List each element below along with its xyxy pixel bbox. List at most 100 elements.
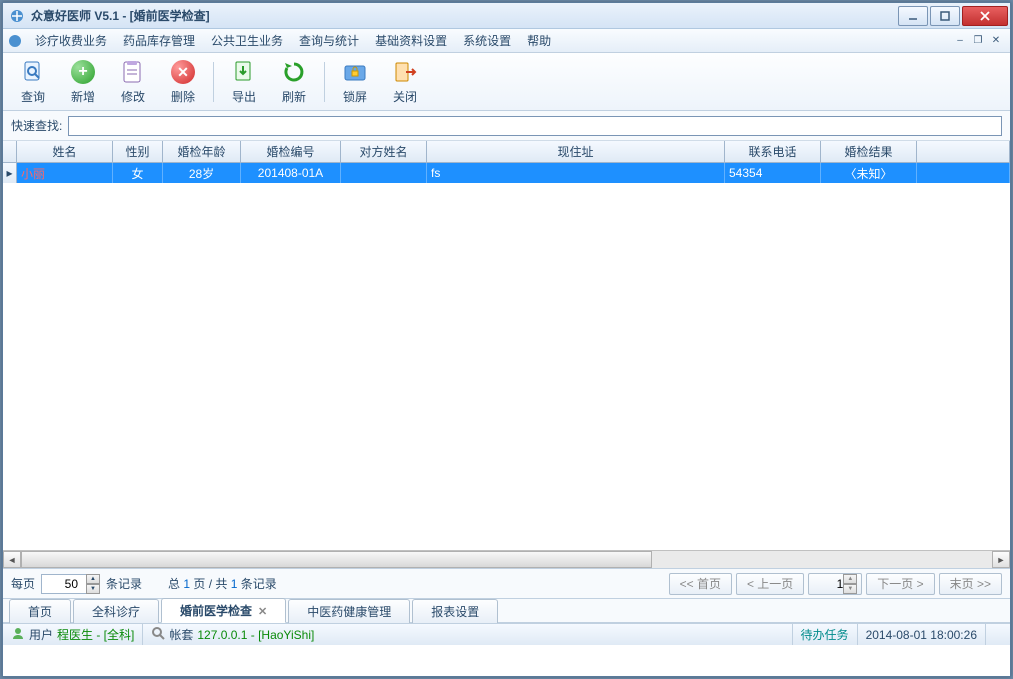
toolbar-add-button[interactable]: + 新增 <box>61 56 105 108</box>
mdi-restore-button[interactable]: ❐ <box>970 34 986 48</box>
toolbar: 查询 + 新增 修改 ✕ 删除 导出 刷新 锁屏 关闭 <box>3 53 1010 111</box>
exit-icon <box>391 58 419 86</box>
pager-nav: << 首页 < 上一页 ▲▼ 下一页 > 末页 >> <box>669 573 1002 595</box>
col-partner[interactable]: 对方姓名 <box>341 141 427 162</box>
search-icon <box>19 58 47 86</box>
menu-settings[interactable]: 基础资料设置 <box>367 29 455 52</box>
cell-spacer <box>917 163 1010 183</box>
scroll-track[interactable] <box>21 551 992 568</box>
col-gender[interactable]: 性别 <box>113 141 163 162</box>
search-row: 快速查找: <box>3 111 1010 141</box>
tab-reports[interactable]: 报表设置 <box>412 599 498 623</box>
toolbar-export-button[interactable]: 导出 <box>222 56 266 108</box>
page-spinner-down-icon[interactable]: ▼ <box>843 584 857 594</box>
spinner-up-icon[interactable]: ▲ <box>86 574 100 584</box>
window-title: 众意好医师 V5.1 - [婚前医学检查] <box>31 7 210 24</box>
prev-page-button[interactable]: < 上一页 <box>736 573 804 595</box>
minimize-button[interactable] <box>898 6 928 26</box>
toolbar-query-button[interactable]: 查询 <box>11 56 55 108</box>
table-row[interactable]: ▸ 小丽 女 28岁 201408-01A fs 54354 〈未知〉 <box>3 163 1010 183</box>
status-grip <box>986 624 1010 645</box>
mdi-minimize-button[interactable]: – <box>952 34 968 48</box>
search-label: 快速查找: <box>11 117 62 134</box>
toolbar-edit-button[interactable]: 修改 <box>111 56 155 108</box>
col-phone[interactable]: 联系电话 <box>725 141 821 162</box>
data-grid: 姓名 性别 婚检年龄 婚检编号 对方姓名 现住址 联系电话 婚检结果 ▸ 小丽 … <box>3 141 1010 569</box>
col-spacer <box>917 141 1010 162</box>
tab-general[interactable]: 全科诊疗 <box>73 599 159 623</box>
col-address[interactable]: 现住址 <box>427 141 725 162</box>
spinner-down-icon[interactable]: ▼ <box>86 584 100 594</box>
cell-code: 201408-01A <box>241 163 341 183</box>
menu-query[interactable]: 查询与统计 <box>291 29 367 52</box>
horizontal-scrollbar[interactable]: ◄ ► <box>3 550 1010 568</box>
tab-home[interactable]: 首页 <box>9 599 71 623</box>
menu-billing[interactable]: 诊疗收费业务 <box>27 29 115 52</box>
col-name[interactable]: 姓名 <box>17 141 113 162</box>
cell-phone: 54354 <box>725 163 821 183</box>
cell-result: 〈未知〉 <box>821 163 917 183</box>
tab-tcm[interactable]: 中医药健康管理 <box>288 599 410 623</box>
status-pending[interactable]: 待办任务 <box>793 624 858 645</box>
cell-name: 小丽 <box>17 163 113 183</box>
user-icon <box>11 626 25 643</box>
lock-icon <box>341 58 369 86</box>
menubar: 诊疗收费业务 药品库存管理 公共卫生业务 查询与统计 基础资料设置 系统设置 帮… <box>3 29 1010 53</box>
edit-icon <box>119 58 147 86</box>
pagination-bar: 每页 ▲▼ 条记录 总 1 页 / 共 1 条记录 << 首页 < 上一页 ▲▼… <box>3 569 1010 599</box>
toolbar-separator <box>324 62 325 102</box>
first-page-button[interactable]: << 首页 <box>669 573 732 595</box>
close-button[interactable] <box>962 6 1008 26</box>
grid-empty-area <box>3 183 1010 549</box>
pager-summary: 总 1 页 / 共 1 条记录 <box>168 575 277 592</box>
account-icon <box>151 626 165 643</box>
scroll-thumb[interactable] <box>21 551 652 568</box>
menu-help[interactable]: 帮助 <box>519 29 559 52</box>
menu-public[interactable]: 公共卫生业务 <box>203 29 291 52</box>
menubar-icon <box>7 33 23 49</box>
maximize-button[interactable] <box>930 6 960 26</box>
page-spinner-up-icon[interactable]: ▲ <box>843 574 857 584</box>
per-page-label: 每页 <box>11 575 35 592</box>
export-icon <box>230 58 258 86</box>
statusbar: 用户 程医生 - [全科] 帐套 127.0.0.1 - [HaoYiShi] … <box>3 623 1010 645</box>
refresh-icon <box>280 58 308 86</box>
scroll-right-button[interactable]: ► <box>992 551 1010 568</box>
tab-premarital[interactable]: 婚前医学检查✕ <box>161 598 286 623</box>
titlebar: 众意好医师 V5.1 - [婚前医学检查] <box>3 3 1010 29</box>
grid-header: 姓名 性别 婚检年龄 婚检编号 对方姓名 现住址 联系电话 婚检结果 <box>3 141 1010 163</box>
status-account: 帐套 127.0.0.1 - [HaoYiShi] <box>143 624 792 645</box>
status-account-value: 127.0.0.1 - [HaoYiShi] <box>197 628 314 642</box>
app-window: 众意好医师 V5.1 - [婚前医学检查] 诊疗收费业务 药品库存管理 公共卫生… <box>2 2 1011 677</box>
cell-age: 28岁 <box>163 163 241 183</box>
page-number-input-wrap: ▲▼ <box>808 573 862 595</box>
status-datetime: 2014-08-01 18:00:26 <box>858 624 986 645</box>
tab-close-icon[interactable]: ✕ <box>258 606 267 618</box>
search-input[interactable] <box>68 116 1002 136</box>
per-page-spinner[interactable]: ▲▼ <box>86 574 100 594</box>
page-number-input[interactable] <box>813 577 843 591</box>
col-result[interactable]: 婚检结果 <box>821 141 917 162</box>
toolbar-delete-button[interactable]: ✕ 删除 <box>161 56 205 108</box>
status-user-value: 程医生 - [全科] <box>57 626 134 643</box>
scroll-left-button[interactable]: ◄ <box>3 551 21 568</box>
cell-partner <box>341 163 427 183</box>
cell-gender: 女 <box>113 163 163 183</box>
next-page-button[interactable]: 下一页 > <box>866 573 934 595</box>
add-icon: + <box>69 58 97 86</box>
status-user: 用户 程医生 - [全科] <box>3 624 143 645</box>
toolbar-close-button[interactable]: 关闭 <box>383 56 427 108</box>
toolbar-lock-button[interactable]: 锁屏 <box>333 56 377 108</box>
col-age[interactable]: 婚检年龄 <box>163 141 241 162</box>
row-indicator-icon: ▸ <box>3 163 17 183</box>
menu-system[interactable]: 系统设置 <box>455 29 519 52</box>
window-controls <box>898 6 1010 26</box>
records-label: 条记录 <box>106 575 142 592</box>
menu-inventory[interactable]: 药品库存管理 <box>115 29 203 52</box>
last-page-button[interactable]: 末页 >> <box>939 573 1002 595</box>
delete-icon: ✕ <box>169 58 197 86</box>
mdi-close-button[interactable]: ✕ <box>988 34 1004 48</box>
toolbar-refresh-button[interactable]: 刷新 <box>272 56 316 108</box>
col-code[interactable]: 婚检编号 <box>241 141 341 162</box>
row-indicator-header <box>3 141 17 162</box>
